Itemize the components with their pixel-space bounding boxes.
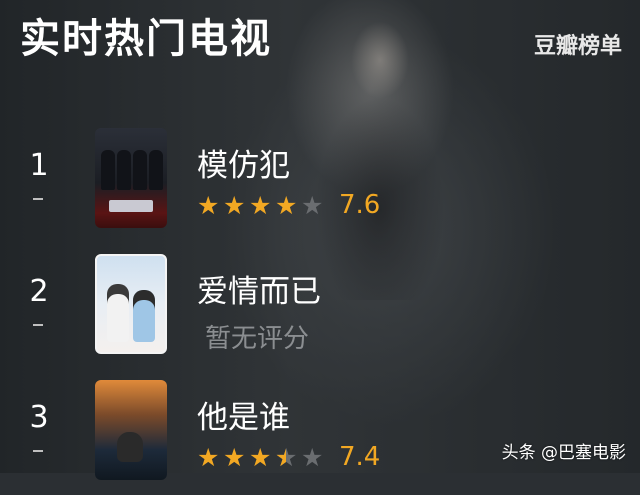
poster-image[interactable]: [95, 128, 167, 228]
no-rating-label: 暂无评分: [205, 324, 310, 354]
poster-figure: [107, 284, 129, 342]
poster-figure: [101, 150, 115, 190]
list-item[interactable]: 1 模仿犯 ★ ★ ★ ★ ★ 7.6: [0, 128, 640, 243]
show-title[interactable]: 爱情而已: [197, 266, 321, 311]
star-icon: ★: [223, 191, 246, 220]
rank-dash: [33, 450, 43, 452]
star-half-icon: ★★: [275, 443, 298, 472]
star-empty-icon: ★: [301, 191, 324, 220]
star-icon: ★: [249, 443, 272, 472]
rank-number: 1: [29, 148, 49, 183]
show-title[interactable]: 他是谁: [197, 392, 290, 437]
poster-figure: [117, 150, 131, 190]
poster-image[interactable]: [95, 380, 167, 480]
poster-title-plate: [109, 200, 153, 212]
poster-figure: [117, 432, 143, 462]
star-empty-icon: ★: [301, 443, 324, 472]
douban-chart-link[interactable]: 豆瓣榜单: [534, 28, 622, 60]
poster-figure: [133, 150, 147, 190]
rank-number: 3: [29, 400, 49, 435]
watermark: 头条 @巴塞电影: [501, 443, 626, 463]
rank-number: 2: [29, 274, 49, 309]
poster-image[interactable]: [95, 254, 167, 354]
star-icon: ★: [249, 191, 272, 220]
star-icon: ★: [197, 443, 220, 472]
poster-figure: [149, 150, 163, 190]
list-item[interactable]: 2 爱情而已 暂无评分: [0, 254, 640, 369]
star-icon: ★: [197, 191, 220, 220]
rank-dash: [33, 324, 43, 326]
star-icon: ★: [223, 443, 246, 472]
rating-score: 7.6: [339, 190, 381, 220]
page-title: 实时热门电视: [20, 16, 272, 62]
poster-figure: [133, 290, 155, 342]
rank-dash: [33, 198, 43, 200]
rating-score: 7.4: [339, 442, 381, 472]
show-title[interactable]: 模仿犯: [197, 140, 290, 185]
star-icon: ★: [275, 191, 298, 220]
